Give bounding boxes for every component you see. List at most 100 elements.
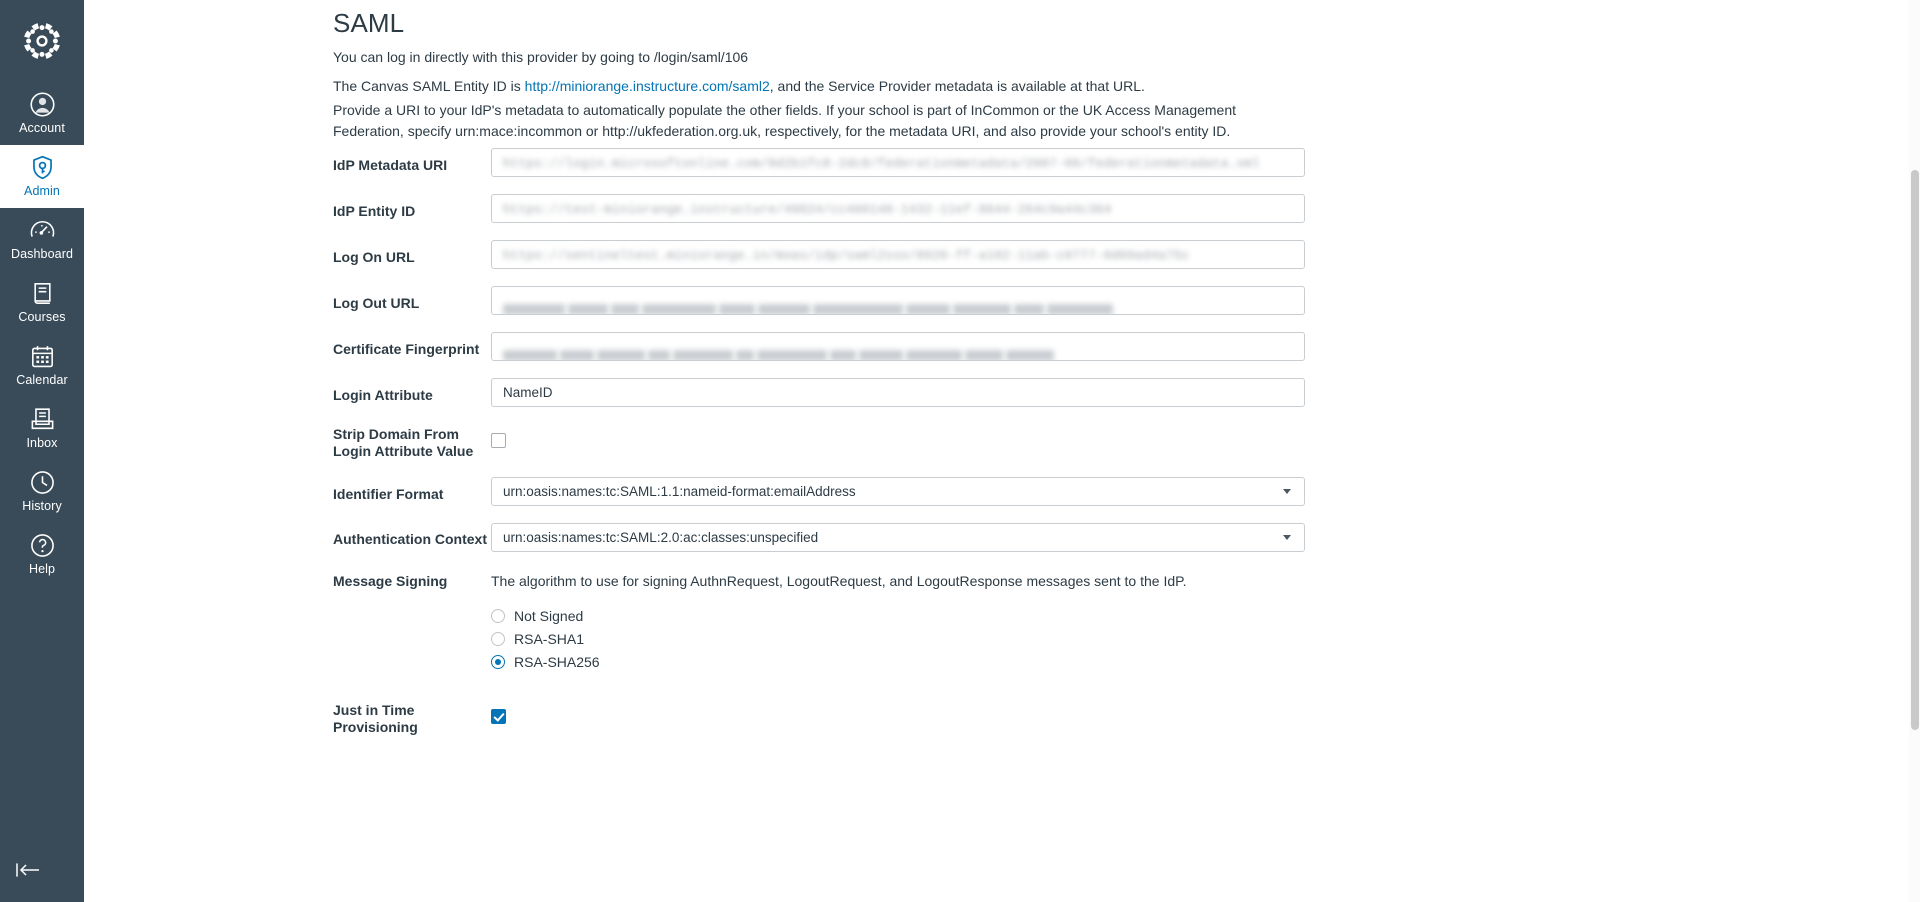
saml-settings-form: IdP Metadata URI https://login.microsoft… (84, 148, 1920, 736)
sidebar-item-history[interactable]: History (0, 460, 84, 523)
field-control: urn:oasis:names:tc:SAML:1.1:nameid-forma… (491, 477, 1565, 506)
form-row-log-on-url: Log On URL https://sentineltest.minioran… (333, 240, 1565, 269)
clock-icon (29, 469, 56, 496)
radio-indicator (491, 609, 505, 623)
redacted-value: https://login.microsoftonline.com/8d2b1f… (503, 157, 1260, 171)
sidebar-item-label: Admin (24, 184, 60, 198)
canvas-saml-page: Account Admin Dashboard Courses Calendar… (0, 0, 1920, 902)
field-label: Log On URL (333, 249, 415, 265)
collapse-left-arrow-icon (14, 860, 42, 885)
radio-option-not-signed[interactable]: Not Signed (491, 608, 1565, 624)
field-control: https://login.microsoftonline.com/8d2b1f… (491, 148, 1565, 177)
sidebar-item-account[interactable]: Account (0, 82, 84, 145)
speedometer-icon (29, 217, 56, 244)
certificate-fingerprint-input[interactable] (491, 332, 1305, 361)
form-row-certificate-fingerprint: Certificate Fingerprint (333, 332, 1565, 361)
sidebar-item-inbox[interactable]: Inbox (0, 397, 84, 460)
radio-label: RSA-SHA1 (514, 631, 585, 647)
field-control: https://sentineltest.miniorange.in/moas/… (491, 240, 1565, 269)
redacted-value: https://sentineltest.miniorange.in/moas/… (503, 249, 1190, 263)
sidebar-item-dashboard[interactable]: Dashboard (0, 208, 84, 271)
field-control: urn:oasis:names:tc:SAML:2.0:ac:classes:u… (491, 523, 1565, 552)
entity-id-suffix: , and the Service Provider metadata is a… (769, 78, 1145, 94)
field-label: Certificate Fingerprint (333, 341, 480, 357)
field-label: Authentication Context (333, 531, 487, 547)
form-row-strip-domain: Strip Domain From Login Attribute Value (333, 424, 1565, 460)
login-url-text: You can log in directly with this provid… (333, 49, 749, 65)
user-circle-icon (29, 91, 56, 118)
field-control (491, 286, 1565, 315)
field-label: Login Attribute (333, 387, 433, 403)
log-on-url-input[interactable]: https://sentineltest.miniorange.in/moas/… (491, 240, 1305, 269)
saml-entity-id-link[interactable]: http://miniorange.instructure.com/saml2 (525, 78, 770, 94)
canvas-logo[interactable] (0, 0, 84, 82)
field-label: Log Out URL (333, 295, 420, 311)
identifier-format-select[interactable]: urn:oasis:names:tc:SAML:1.1:nameid-forma… (491, 477, 1305, 506)
sidebar-item-label: Account (19, 121, 65, 135)
radio-option-rsa-sha256[interactable]: RSA-SHA256 (491, 654, 1565, 670)
field-control (491, 332, 1565, 361)
sidebar-item-calendar[interactable]: Calendar (0, 334, 84, 397)
just-in-time-checkbox[interactable] (491, 709, 506, 724)
sidebar-item-label: History (22, 499, 62, 513)
sidebar-item-label: Inbox (26, 436, 58, 450)
field-label: IdP Metadata URI (333, 157, 448, 173)
form-row-log-out-url: Log Out URL (333, 286, 1565, 315)
field-label: Message Signing (333, 573, 448, 589)
form-row-message-signing: Message Signing The algorithm to use for… (333, 569, 1565, 670)
form-row-authentication-context: Authentication Context urn:oasis:names:t… (333, 523, 1565, 552)
radio-indicator (491, 655, 505, 669)
chevron-down-icon (1283, 489, 1291, 494)
chevron-down-icon (1283, 535, 1291, 540)
page-title: SAML (333, 8, 405, 38)
page-scrollbar-thumb[interactable] (1911, 170, 1919, 730)
sidebar-item-courses[interactable]: Courses (0, 271, 84, 334)
field-control: NameID (491, 378, 1565, 407)
just-in-time-label-line2: Provisioning (333, 719, 418, 735)
metadata-instructions-text: Provide a URI to your IdP's metadata to … (333, 102, 1237, 139)
field-label: Strip Domain From Login Attribute Value (333, 426, 474, 459)
page-scrollbar-track[interactable] (1909, 0, 1920, 902)
just-in-time-label-line1: Just in Time (333, 702, 415, 718)
book-icon (29, 280, 56, 307)
global-navigation-sidebar: Account Admin Dashboard Courses Calendar… (0, 0, 84, 902)
redacted-value: https://test-miniorange.instructure/4982… (503, 203, 1112, 217)
field-label: Identifier Format (333, 486, 444, 502)
login-attribute-input[interactable]: NameID (491, 378, 1305, 407)
message-signing-help-text: The algorithm to use for signing AuthnRe… (491, 573, 1187, 589)
idp-entity-id-input[interactable]: https://test-miniorange.instructure/4982… (491, 194, 1305, 223)
radio-label: Not Signed (514, 608, 584, 624)
idp-metadata-uri-input[interactable]: https://login.microsoftonline.com/8d2b1f… (491, 148, 1305, 177)
sidebar-item-admin[interactable]: Admin (0, 145, 84, 208)
field-label: IdP Entity ID (333, 203, 416, 219)
authentication-context-select[interactable]: urn:oasis:names:tc:SAML:2.0:ac:classes:u… (491, 523, 1305, 552)
main-content: SAML You can log in directly with this p… (84, 0, 1920, 902)
radio-label: RSA-SHA256 (514, 654, 600, 670)
sidebar-item-label: Dashboard (10, 247, 74, 261)
form-row-login-attribute: Login Attribute NameID (333, 378, 1565, 407)
sidebar-collapse-button[interactable] (0, 842, 84, 902)
radio-option-rsa-sha1[interactable]: RSA-SHA1 (491, 631, 1565, 647)
form-row-identifier-format: Identifier Format urn:oasis:names:tc:SAM… (333, 477, 1565, 506)
sidebar-item-label: Courses (18, 310, 66, 324)
form-row-just-in-time: Just in Time Provisioning (333, 702, 1565, 736)
field-control (491, 702, 1565, 729)
log-out-url-input[interactable] (491, 286, 1305, 315)
inbox-tray-icon (29, 406, 56, 433)
field-control: https://test-miniorange.instructure/4982… (491, 194, 1565, 223)
entity-id-text: The Canvas SAML Entity ID is http://mini… (333, 76, 1145, 97)
identifier-format-value: urn:oasis:names:tc:SAML:1.1:nameid-forma… (503, 484, 856, 499)
field-control: The algorithm to use for signing AuthnRe… (491, 569, 1565, 670)
radio-indicator (491, 632, 505, 646)
form-row-idp-entity-id: IdP Entity ID https://test-miniorange.in… (333, 194, 1565, 223)
sidebar-item-label: Calendar (16, 373, 68, 387)
sidebar-item-help[interactable]: Help (0, 523, 84, 586)
question-circle-icon (29, 532, 56, 559)
field-label: Just in Time Provisioning (333, 702, 491, 736)
form-row-idp-metadata-uri: IdP Metadata URI https://login.microsoft… (333, 148, 1565, 177)
shield-key-icon (29, 154, 56, 181)
entity-id-prefix: The Canvas SAML Entity ID is (333, 78, 525, 94)
strip-domain-checkbox[interactable] (491, 433, 506, 448)
calendar-icon (29, 343, 56, 370)
field-control (491, 424, 1565, 453)
